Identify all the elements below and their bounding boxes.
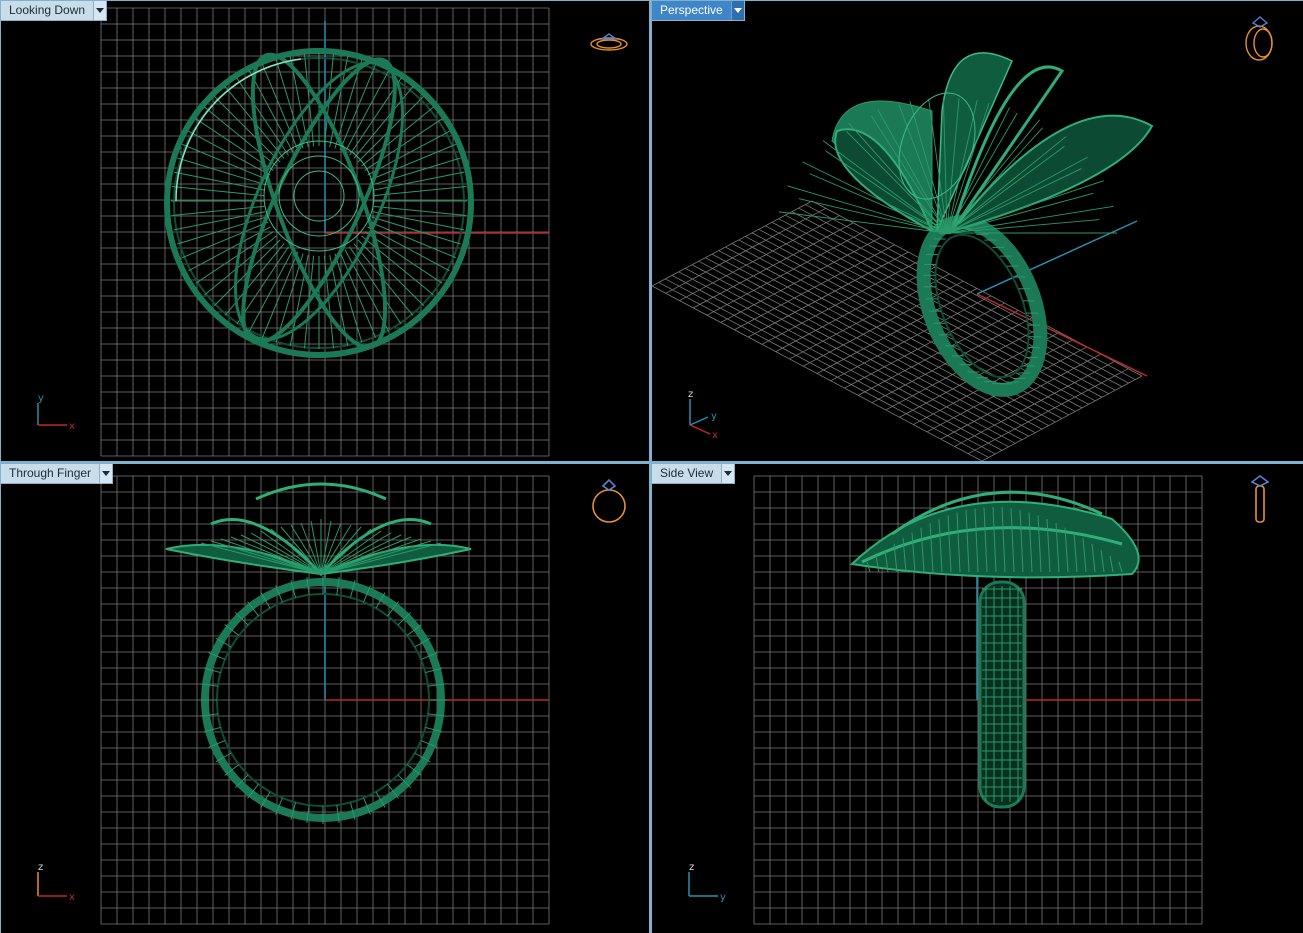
viewport-title: Looking Down [9, 3, 86, 17]
x-axis-line [976, 293, 1148, 377]
axis-label-z: z [38, 862, 43, 873]
axis-label-y: y [711, 411, 717, 422]
viewport-perspective[interactable]: z y x Perspective [652, 1, 1303, 461]
viewport-side-view[interactable]: z y Side View [652, 464, 1303, 933]
axis-label-z: z [689, 862, 694, 873]
viewport-tab-looking-down[interactable]: Looking Down [1, 1, 108, 21]
viewport-title: Side View [660, 466, 714, 480]
axis-label-x: x [69, 892, 75, 903]
axis-triad-front: z x [37, 862, 75, 903]
top-view-canvas[interactable]: y x [1, 1, 649, 461]
front-view-canvas[interactable]: z x [1, 464, 649, 933]
axis-label-x: x [69, 421, 75, 432]
viewport-menu-chevron-down-icon[interactable] [730, 1, 744, 20]
axis-label-x: x [712, 430, 718, 441]
viewport-menu-chevron-down-icon[interactable] [99, 464, 113, 483]
viewport-tab-perspective[interactable]: Perspective [652, 1, 745, 21]
viewport-tab-side-view[interactable]: Side View [652, 464, 736, 484]
viewport-title: Through Finger [9, 466, 92, 480]
viewport-menu-chevron-down-icon[interactable] [93, 1, 107, 20]
axis-label-y: y [720, 892, 726, 903]
perspective-canvas[interactable]: z y x [652, 1, 1303, 461]
viewport-looking-down[interactable]: y x Looking Down [1, 1, 649, 461]
axis-triad-perspective: z y x [688, 389, 718, 441]
axis-label-y: y [38, 393, 44, 404]
viewport-title: Perspective [660, 3, 723, 17]
ring-model-side[interactable] [849, 490, 1140, 809]
perspective-grid-plane [652, 200, 1143, 461]
axis-label-z: z [688, 389, 693, 400]
viewport-tab-through-finger[interactable]: Through Finger [1, 464, 114, 484]
viewport-through-finger[interactable]: z x Through Finger [1, 464, 649, 933]
viewport-layout: y x Looking Down z y x Perspective z x T… [0, 0, 1303, 933]
ring-model-front[interactable] [165, 482, 472, 824]
axis-triad-top: y x [37, 393, 75, 432]
orientation-icon-perspective [1245, 16, 1273, 61]
y-axis-line [976, 220, 1138, 295]
orientation-icon-side [1250, 475, 1270, 523]
side-view-canvas[interactable]: z y [652, 464, 1303, 933]
ring-model-perspective[interactable] [779, 52, 1154, 407]
orientation-icon-front [592, 478, 626, 523]
orientation-icon-top [590, 33, 628, 51]
viewport-menu-chevron-down-icon[interactable] [721, 464, 735, 483]
axis-triad-side: z y [688, 862, 726, 903]
